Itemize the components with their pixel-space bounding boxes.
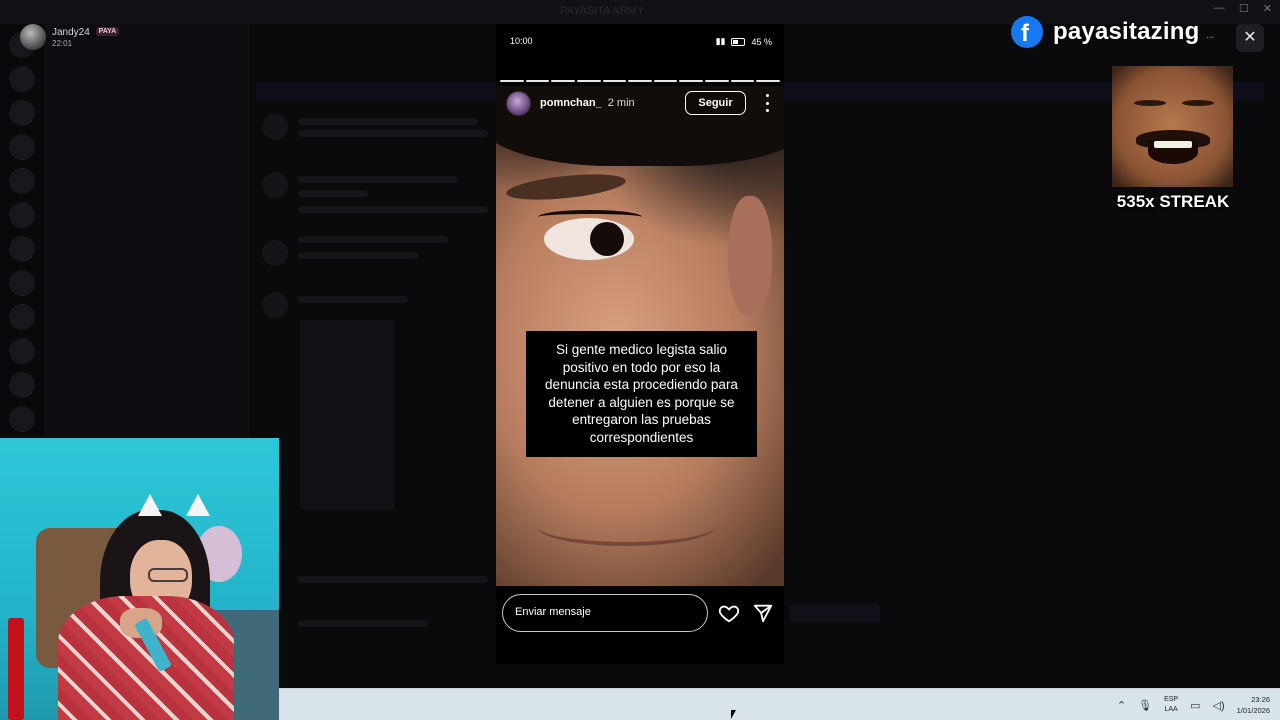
streak-counter: 535x STREAK <box>1116 192 1230 211</box>
minimize-icon[interactable]: — <box>1214 2 1225 15</box>
phone-status-bar: 10:00 ▮▮ 45 % <box>510 36 772 47</box>
window-title: PAYASITA ARMY <box>560 5 645 17</box>
message-image <box>300 320 395 510</box>
server-icon[interactable] <box>9 202 35 228</box>
streak-meme-image <box>1112 66 1233 187</box>
server-list <box>0 24 44 444</box>
windows-taskbar: ⌃ 🎙︎ ESP LAA ▭ ◁) 23:26 1/01/2026 <box>279 688 1280 720</box>
overflow-dots[interactable]: ... <box>1206 30 1214 41</box>
maximize-icon[interactable]: ☐ <box>1239 2 1249 15</box>
send-icon[interactable] <box>752 602 774 624</box>
facebook-icon: f <box>1011 16 1043 48</box>
server-icon[interactable] <box>9 304 35 330</box>
discord-action-chip[interactable] <box>790 604 880 622</box>
message-avatar <box>262 240 288 266</box>
message-input[interactable]: Enviar mensaje <box>502 594 708 632</box>
battery-percent: 45 % <box>751 36 772 47</box>
language-indicator[interactable]: ESP LAA <box>1164 695 1178 715</box>
taskbar-clock[interactable]: 23:26 1/01/2026 <box>1237 694 1270 716</box>
phone-time: 10:00 <box>510 36 533 46</box>
close-icon[interactable]: ✕ <box>1236 24 1264 52</box>
story-progress-segment <box>705 80 729 82</box>
message-line <box>298 130 488 137</box>
signal-icon: ▮▮ <box>715 36 726 46</box>
story-progress-segment <box>756 80 781 82</box>
story-progress-segment <box>525 80 550 82</box>
webcam-feed <box>0 438 279 720</box>
message-line <box>298 176 458 183</box>
facebook-branding: f payasitazing <box>1011 16 1199 48</box>
battery-fill <box>733 39 738 44</box>
story-header: pomnchan_ 2 min Seguir <box>506 90 776 116</box>
story-progress <box>500 80 781 82</box>
message-line <box>298 206 488 213</box>
microphone-icon[interactable]: 🎙︎ <box>1138 699 1152 712</box>
message-avatar <box>262 114 288 140</box>
screen: PAYASITA ARMY — ☐ ✕ Jandy24 PAYA 22:01 1… <box>0 0 1280 720</box>
story-progress-segment <box>679 80 704 82</box>
story-caption: Si gente medico legista salio positivo e… <box>526 331 757 457</box>
message-line <box>298 190 368 197</box>
server-icon[interactable] <box>9 338 35 364</box>
server-icon[interactable] <box>9 270 35 296</box>
photo-mouth <box>536 506 716 546</box>
story-username[interactable]: pomnchan_ <box>540 97 602 109</box>
channel-sidebar <box>44 24 250 444</box>
channel-list <box>44 64 250 444</box>
server-icon[interactable] <box>9 168 35 194</box>
server-icon[interactable] <box>9 372 35 398</box>
message-line <box>298 118 478 125</box>
brand-handle: payasitazing <box>1053 18 1200 45</box>
streamer-info: Jandy24 PAYA 22:01 <box>52 26 120 48</box>
server-icon[interactable] <box>9 66 35 92</box>
photo-eye <box>544 218 634 260</box>
microphone-stand <box>8 618 24 720</box>
network-icon[interactable]: ▭ <box>1190 699 1200 712</box>
message-line <box>298 236 448 243</box>
photo-eyebrow <box>505 169 627 205</box>
server-icon[interactable] <box>9 236 35 262</box>
message-line <box>298 576 488 583</box>
photo-ear <box>728 196 772 316</box>
story-age: 2 min <box>607 97 635 109</box>
story-progress-segment <box>730 80 755 82</box>
streamer-tag: Jandy24 PAYA 22:01 <box>20 24 120 50</box>
story-progress-segment <box>628 80 652 82</box>
streamer-name: Jandy24 <box>52 26 90 38</box>
message-line <box>298 620 428 627</box>
message-line <box>298 252 418 259</box>
message-line <box>298 296 408 303</box>
phone-screen: 10:00 ▮▮ 45 % Si gente medico legista sa… <box>496 24 784 664</box>
story-progress-segment <box>602 80 627 82</box>
server-icon[interactable] <box>9 134 35 160</box>
story-progress-segment <box>576 80 601 82</box>
message-avatar <box>262 172 288 198</box>
server-icon[interactable] <box>9 100 35 126</box>
system-tray: ⌃ 🎙︎ ESP LAA ▭ ◁) 23:26 1/01/2026 <box>1117 689 1270 720</box>
story-progress-segment <box>500 80 524 82</box>
more-vertical-icon[interactable] <box>762 94 772 112</box>
battery-icon <box>731 37 746 46</box>
window-controls: — ☐ ✕ <box>1214 2 1272 15</box>
story-progress-segment <box>653 80 678 82</box>
message-avatar <box>262 292 288 318</box>
story-progress-segment <box>551 80 575 82</box>
streamer-avatar <box>20 24 46 50</box>
story-image[interactable]: Si gente medico legista salio positivo e… <box>496 86 784 586</box>
story-avatar[interactable] <box>506 90 531 116</box>
mouse-cursor-icon <box>731 710 736 719</box>
window-close-icon[interactable]: ✕ <box>1263 2 1272 15</box>
heart-icon[interactable] <box>718 602 740 624</box>
volume-icon[interactable]: ◁) <box>1213 699 1225 712</box>
server-icon[interactable] <box>9 406 35 432</box>
follow-button[interactable]: Seguir <box>685 91 746 115</box>
streamer-time: 22:01 <box>52 38 73 48</box>
paya-badge: PAYA <box>95 27 120 37</box>
cam-glasses <box>148 568 188 582</box>
cat-ears-headband <box>134 494 214 516</box>
chevron-up-icon[interactable]: ⌃ <box>1117 699 1126 712</box>
